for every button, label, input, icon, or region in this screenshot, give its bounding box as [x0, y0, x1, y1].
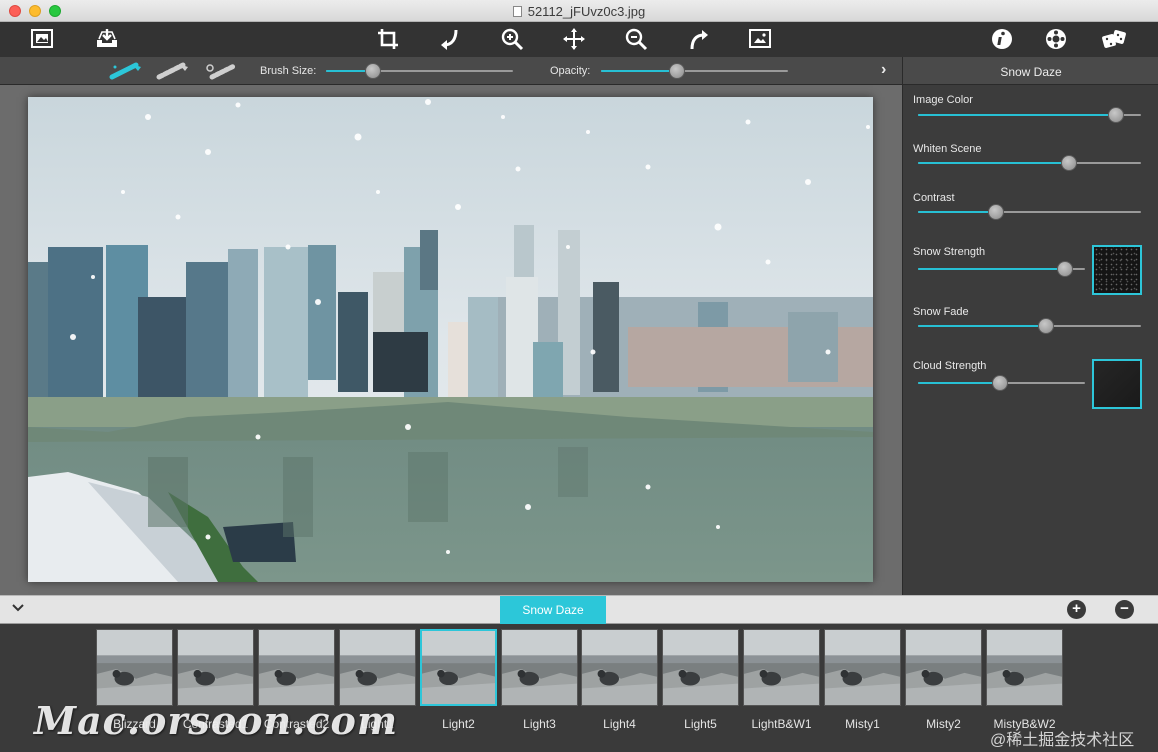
- brush-size-slider[interactable]: [326, 63, 513, 79]
- preset-item[interactable]: Light4: [581, 629, 658, 731]
- rotate-right-icon[interactable]: [684, 26, 712, 52]
- preset-thumbnail[interactable]: [177, 629, 254, 706]
- preset-thumbnail[interactable]: [824, 629, 901, 706]
- preset-item[interactable]: MistyB&W2: [986, 629, 1063, 731]
- canvas-area: [0, 85, 902, 595]
- contrast-slider[interactable]: [918, 204, 1141, 220]
- clear-brush-icon[interactable]: [204, 61, 240, 81]
- preset-label: Light4: [603, 717, 636, 731]
- random-icon[interactable]: [1100, 26, 1128, 52]
- preset-item[interactable]: Misty1: [824, 629, 901, 731]
- open-image-icon[interactable]: [28, 26, 56, 52]
- panel-header: › Snow Daze: [881, 57, 1158, 85]
- preset-thumbnail[interactable]: [905, 629, 982, 706]
- slider-fill: [918, 162, 1069, 164]
- zoom-out-icon[interactable]: [622, 26, 650, 52]
- slider-knob[interactable]: [1056, 261, 1073, 277]
- file-icon: [512, 6, 522, 17]
- window-title: 52112_jFUvz0c3.jpg: [0, 4, 1158, 19]
- paint-brush-icon[interactable]: [108, 61, 144, 81]
- slider-knob[interactable]: [365, 63, 382, 79]
- zoom-in-icon[interactable]: [498, 26, 526, 52]
- brush-size-label: Brush Size:: [260, 65, 317, 77]
- preset-thumbnail[interactable]: [339, 629, 416, 706]
- preset-label: Light3: [523, 717, 556, 731]
- cloud-strength-slider[interactable]: [918, 375, 1085, 391]
- info-icon[interactable]: [988, 26, 1016, 52]
- preset-item[interactable]: Blizzard: [96, 629, 173, 731]
- cloud-texture-swatch[interactable]: [1092, 359, 1142, 409]
- snow-fade-slider[interactable]: [918, 318, 1141, 334]
- slider-fill: [918, 382, 1000, 384]
- slider-fill: [918, 268, 1065, 270]
- preset-thumbnail[interactable]: [420, 629, 497, 706]
- slider-knob[interactable]: [1108, 107, 1125, 123]
- settings-icon[interactable]: [1042, 26, 1070, 52]
- preset-label: Misty1: [845, 717, 880, 731]
- whiten-scene-slider[interactable]: [918, 155, 1141, 171]
- remove-preset-button[interactable]: −: [1115, 600, 1134, 619]
- collapse-panel-icon[interactable]: ›: [881, 61, 886, 79]
- preset-item[interactable]: Light1: [339, 629, 416, 731]
- preset-thumbnail[interactable]: [581, 629, 658, 706]
- rotate-left-icon[interactable]: [436, 26, 464, 52]
- slider-fill: [918, 114, 1117, 116]
- add-preset-button[interactable]: +: [1067, 600, 1086, 619]
- image-color-label: Image Color: [913, 94, 973, 106]
- preset-thumbnail[interactable]: [258, 629, 335, 706]
- crop-icon[interactable]: [374, 26, 402, 52]
- edited-photo[interactable]: [28, 97, 873, 582]
- snow-fade-label: Snow Fade: [913, 306, 969, 318]
- preset-item[interactable]: Light2: [420, 629, 497, 731]
- contrast-label: Contrast: [913, 192, 955, 204]
- slider-fill: [601, 70, 678, 72]
- preset-label: Misty2: [926, 717, 961, 731]
- slider-fill: [918, 211, 997, 213]
- preset-item[interactable]: Light5: [662, 629, 739, 731]
- adjustments-panel: › Snow Daze Image Color Whiten Scene Con…: [881, 57, 1158, 595]
- preset-item[interactable]: Light3: [501, 629, 578, 731]
- title-bar: 52112_jFUvz0c3.jpg: [0, 0, 1158, 22]
- site-watermark: Mac.orsoon.com: [34, 698, 399, 743]
- preset-thumbnail[interactable]: [501, 629, 578, 706]
- preset-item[interactable]: Misty2: [905, 629, 982, 731]
- cloud-strength-label: Cloud Strength: [913, 360, 987, 372]
- snow-strength-slider[interactable]: [918, 261, 1085, 277]
- slider-knob[interactable]: [669, 63, 686, 79]
- app-window: 52112_jFUvz0c3.jpg Brush Size: Opacity: …: [0, 0, 1158, 752]
- preset-thumbnail[interactable]: [986, 629, 1063, 706]
- snow-texture-swatch[interactable]: [1092, 245, 1142, 295]
- active-preset-tab[interactable]: Snow Daze: [500, 596, 606, 624]
- whiten-scene-label: Whiten Scene: [913, 143, 982, 155]
- preset-item[interactable]: LightB&W1: [743, 629, 820, 731]
- save-image-icon[interactable]: [93, 26, 121, 52]
- preset-item[interactable]: Contrasted1: [177, 629, 254, 731]
- erase-brush-icon[interactable]: [155, 61, 191, 81]
- snow-strength-label: Snow Strength: [913, 246, 986, 258]
- preset-thumbnail[interactable]: [743, 629, 820, 706]
- preset-thumbnail[interactable]: [96, 629, 173, 706]
- preset-label: Light2: [442, 717, 475, 731]
- image-color-slider[interactable]: [918, 107, 1141, 123]
- slider-fill: [918, 325, 1047, 327]
- slider-knob[interactable]: [991, 375, 1008, 391]
- move-icon[interactable]: [560, 26, 588, 52]
- panel-title: Snow Daze: [1000, 65, 1062, 79]
- preset-thumbnail[interactable]: [662, 629, 739, 706]
- slider-knob[interactable]: [1038, 318, 1055, 334]
- preset-label: Light5: [684, 717, 717, 731]
- chevron-down-icon[interactable]: [11, 601, 25, 616]
- brush-bar: Brush Size: Opacity:: [0, 57, 902, 85]
- main-toolbar: [0, 22, 1158, 57]
- opacity-slider[interactable]: [601, 63, 788, 79]
- fit-image-icon[interactable]: [746, 26, 774, 52]
- preset-strip-header: Snow Daze + −: [0, 595, 1158, 624]
- window-title-text: 52112_jFUvz0c3.jpg: [527, 4, 646, 19]
- slider-knob[interactable]: [988, 204, 1005, 220]
- preset-item[interactable]: Contrasted2: [258, 629, 335, 731]
- opacity-label: Opacity:: [550, 65, 591, 77]
- preset-label: LightB&W1: [751, 717, 812, 731]
- community-watermark: @稀土掘金技术社区: [990, 732, 1135, 749]
- slider-knob[interactable]: [1060, 155, 1077, 171]
